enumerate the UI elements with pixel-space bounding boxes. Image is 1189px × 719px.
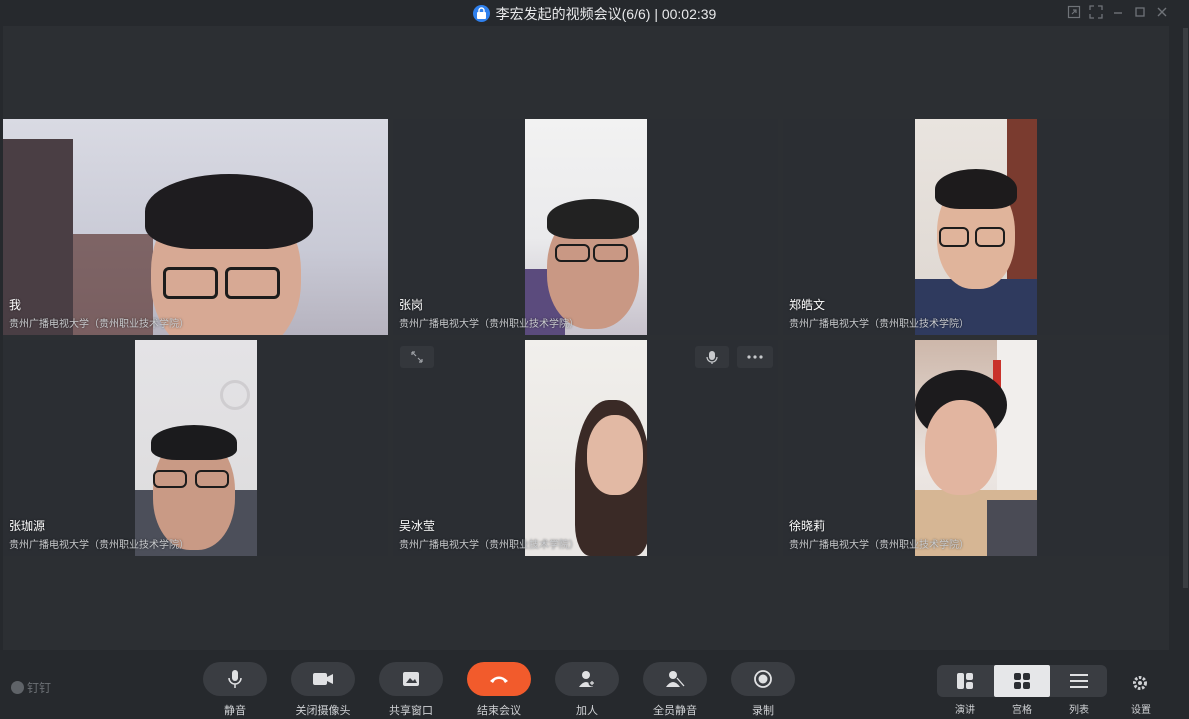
close-icon[interactable] xyxy=(1155,5,1169,19)
record-label: 录制 xyxy=(752,705,774,717)
participant-org: 贵州广播电视大学（贵州职业技术学院） xyxy=(9,319,189,330)
expand-icon xyxy=(411,351,423,363)
window-title: 李宏发起的视频会议(6/6) | 00:02:39 xyxy=(495,6,717,22)
participant-tile-zhanggang[interactable]: 张岗 贵州广播电视大学（贵州职业技术学院） xyxy=(393,119,778,335)
window-title-wrap: 李宏发起的视频会议(6/6) | 00:02:39 xyxy=(0,4,1189,24)
add-person-button[interactable]: 加人 xyxy=(555,662,619,718)
scrollbar[interactable] xyxy=(1183,28,1188,588)
layout-switcher xyxy=(937,665,1107,697)
mute-all-icon xyxy=(666,671,685,687)
participant-name: 郑皓文 xyxy=(789,298,826,312)
speaker-layout-icon xyxy=(957,673,973,689)
participant-video xyxy=(3,119,388,335)
minimize-icon[interactable] xyxy=(1111,5,1125,19)
maximize-icon[interactable] xyxy=(1133,5,1147,19)
hair xyxy=(935,169,1017,209)
participant-name: 张岗 xyxy=(399,298,424,312)
hair xyxy=(151,425,237,460)
participant-name: 徐晓莉 xyxy=(789,519,826,533)
mute-all-button[interactable]: 全员静音 xyxy=(643,662,707,718)
tile-mic-button[interactable] xyxy=(695,346,729,368)
participant-video xyxy=(915,119,1037,335)
microphone-icon xyxy=(228,670,242,688)
layout-grid-button[interactable] xyxy=(994,665,1050,697)
participant-org: 贵州广播电视大学（贵州职业技术学院） xyxy=(9,540,189,551)
control-bar: 钉钉 静音 关闭摄像头 共享窗口 结束会议 加人 全员静音 录制 演讲 宫格 列… xyxy=(0,650,1189,719)
share-window-label: 共享窗口 xyxy=(389,705,433,717)
end-meeting-button[interactable]: 结束会议 xyxy=(467,662,531,718)
participant-org: 贵州广播电视大学（贵州职业技术学院） xyxy=(399,319,579,330)
hair xyxy=(547,199,639,239)
face xyxy=(587,415,643,495)
participant-org: 贵州广播电视大学（贵州职业技术学院） xyxy=(399,540,579,551)
participant-video xyxy=(915,340,1037,556)
grid-layout-icon xyxy=(1014,673,1030,689)
participant-name: 我 xyxy=(9,298,22,312)
expand-tile-button[interactable] xyxy=(400,346,434,368)
settings-label: 设置 xyxy=(1131,705,1151,716)
pin-window-icon[interactable] xyxy=(1067,5,1081,19)
brand-name: 钉钉 xyxy=(27,681,52,695)
list-layout-icon xyxy=(1070,674,1088,688)
mute-label: 静音 xyxy=(224,705,246,717)
record-icon xyxy=(754,670,772,688)
add-person-icon xyxy=(579,671,596,687)
microphone-icon xyxy=(706,351,718,364)
hang-up-icon xyxy=(490,676,508,683)
participant-tile-xuxiaoli[interactable]: 徐晓莉 贵州广播电视大学（贵州职业技术学院） xyxy=(783,340,1169,556)
participant-org: 贵州广播电视大学（贵州职业技术学院） xyxy=(789,319,969,330)
gear-icon xyxy=(1133,676,1147,690)
layout-list-button[interactable] xyxy=(1051,665,1107,697)
layout-grid-label: 宫格 xyxy=(1012,705,1032,716)
camera-icon xyxy=(313,673,333,685)
video-stage: 我 贵州广播电视大学（贵州职业技术学院） 张岗 贵州广播电视大学（贵州职业技术学… xyxy=(3,26,1169,650)
tile-more-button[interactable] xyxy=(737,346,773,368)
dingtalk-logo-icon xyxy=(11,681,24,694)
participant-video xyxy=(525,340,647,556)
fullscreen-icon[interactable] xyxy=(1089,5,1103,19)
face xyxy=(925,400,997,495)
mute-button[interactable]: 静音 xyxy=(203,662,267,718)
camera-off-button[interactable]: 关闭摄像头 xyxy=(291,662,355,718)
layout-list-label: 列表 xyxy=(1069,705,1089,716)
participant-video xyxy=(525,119,647,335)
participant-tile-zhangjiayuan[interactable]: 张珈源 贵州广播电视大学（贵州职业技术学院） xyxy=(3,340,388,556)
participant-name: 张珈源 xyxy=(9,519,46,533)
participant-tile-wubingying[interactable]: 吴冰莹 贵州广播电视大学（贵州职业技术学院） xyxy=(393,340,778,556)
title-bar: 李宏发起的视频会议(6/6) | 00:02:39 xyxy=(0,0,1189,25)
lock-icon xyxy=(472,5,490,22)
camera-off-label: 关闭摄像头 xyxy=(295,705,351,717)
scroll-area xyxy=(1169,26,1189,650)
mute-all-label: 全员静音 xyxy=(653,705,697,717)
share-window-button[interactable]: 共享窗口 xyxy=(379,662,443,718)
participant-name: 吴冰莹 xyxy=(399,519,436,533)
more-icon xyxy=(747,355,763,359)
settings-button[interactable] xyxy=(1131,674,1149,692)
share-window-icon xyxy=(403,672,419,686)
hair xyxy=(145,174,313,249)
record-button[interactable]: 录制 xyxy=(731,662,795,718)
participant-tile-me[interactable]: 我 贵州广播电视大学（贵州职业技术学院） xyxy=(3,119,388,335)
participant-video xyxy=(135,340,257,556)
end-meeting-label: 结束会议 xyxy=(477,705,521,717)
add-person-label: 加人 xyxy=(576,705,598,717)
layout-speaker-button[interactable] xyxy=(937,665,993,697)
brand-logo: 钉钉 xyxy=(11,679,51,696)
layout-speaker-label: 演讲 xyxy=(955,705,975,716)
participant-tile-zhenghaowen[interactable]: 郑皓文 贵州广播电视大学（贵州职业技术学院） xyxy=(783,119,1169,335)
participant-org: 贵州广播电视大学（贵州职业技术学院） xyxy=(789,540,969,551)
